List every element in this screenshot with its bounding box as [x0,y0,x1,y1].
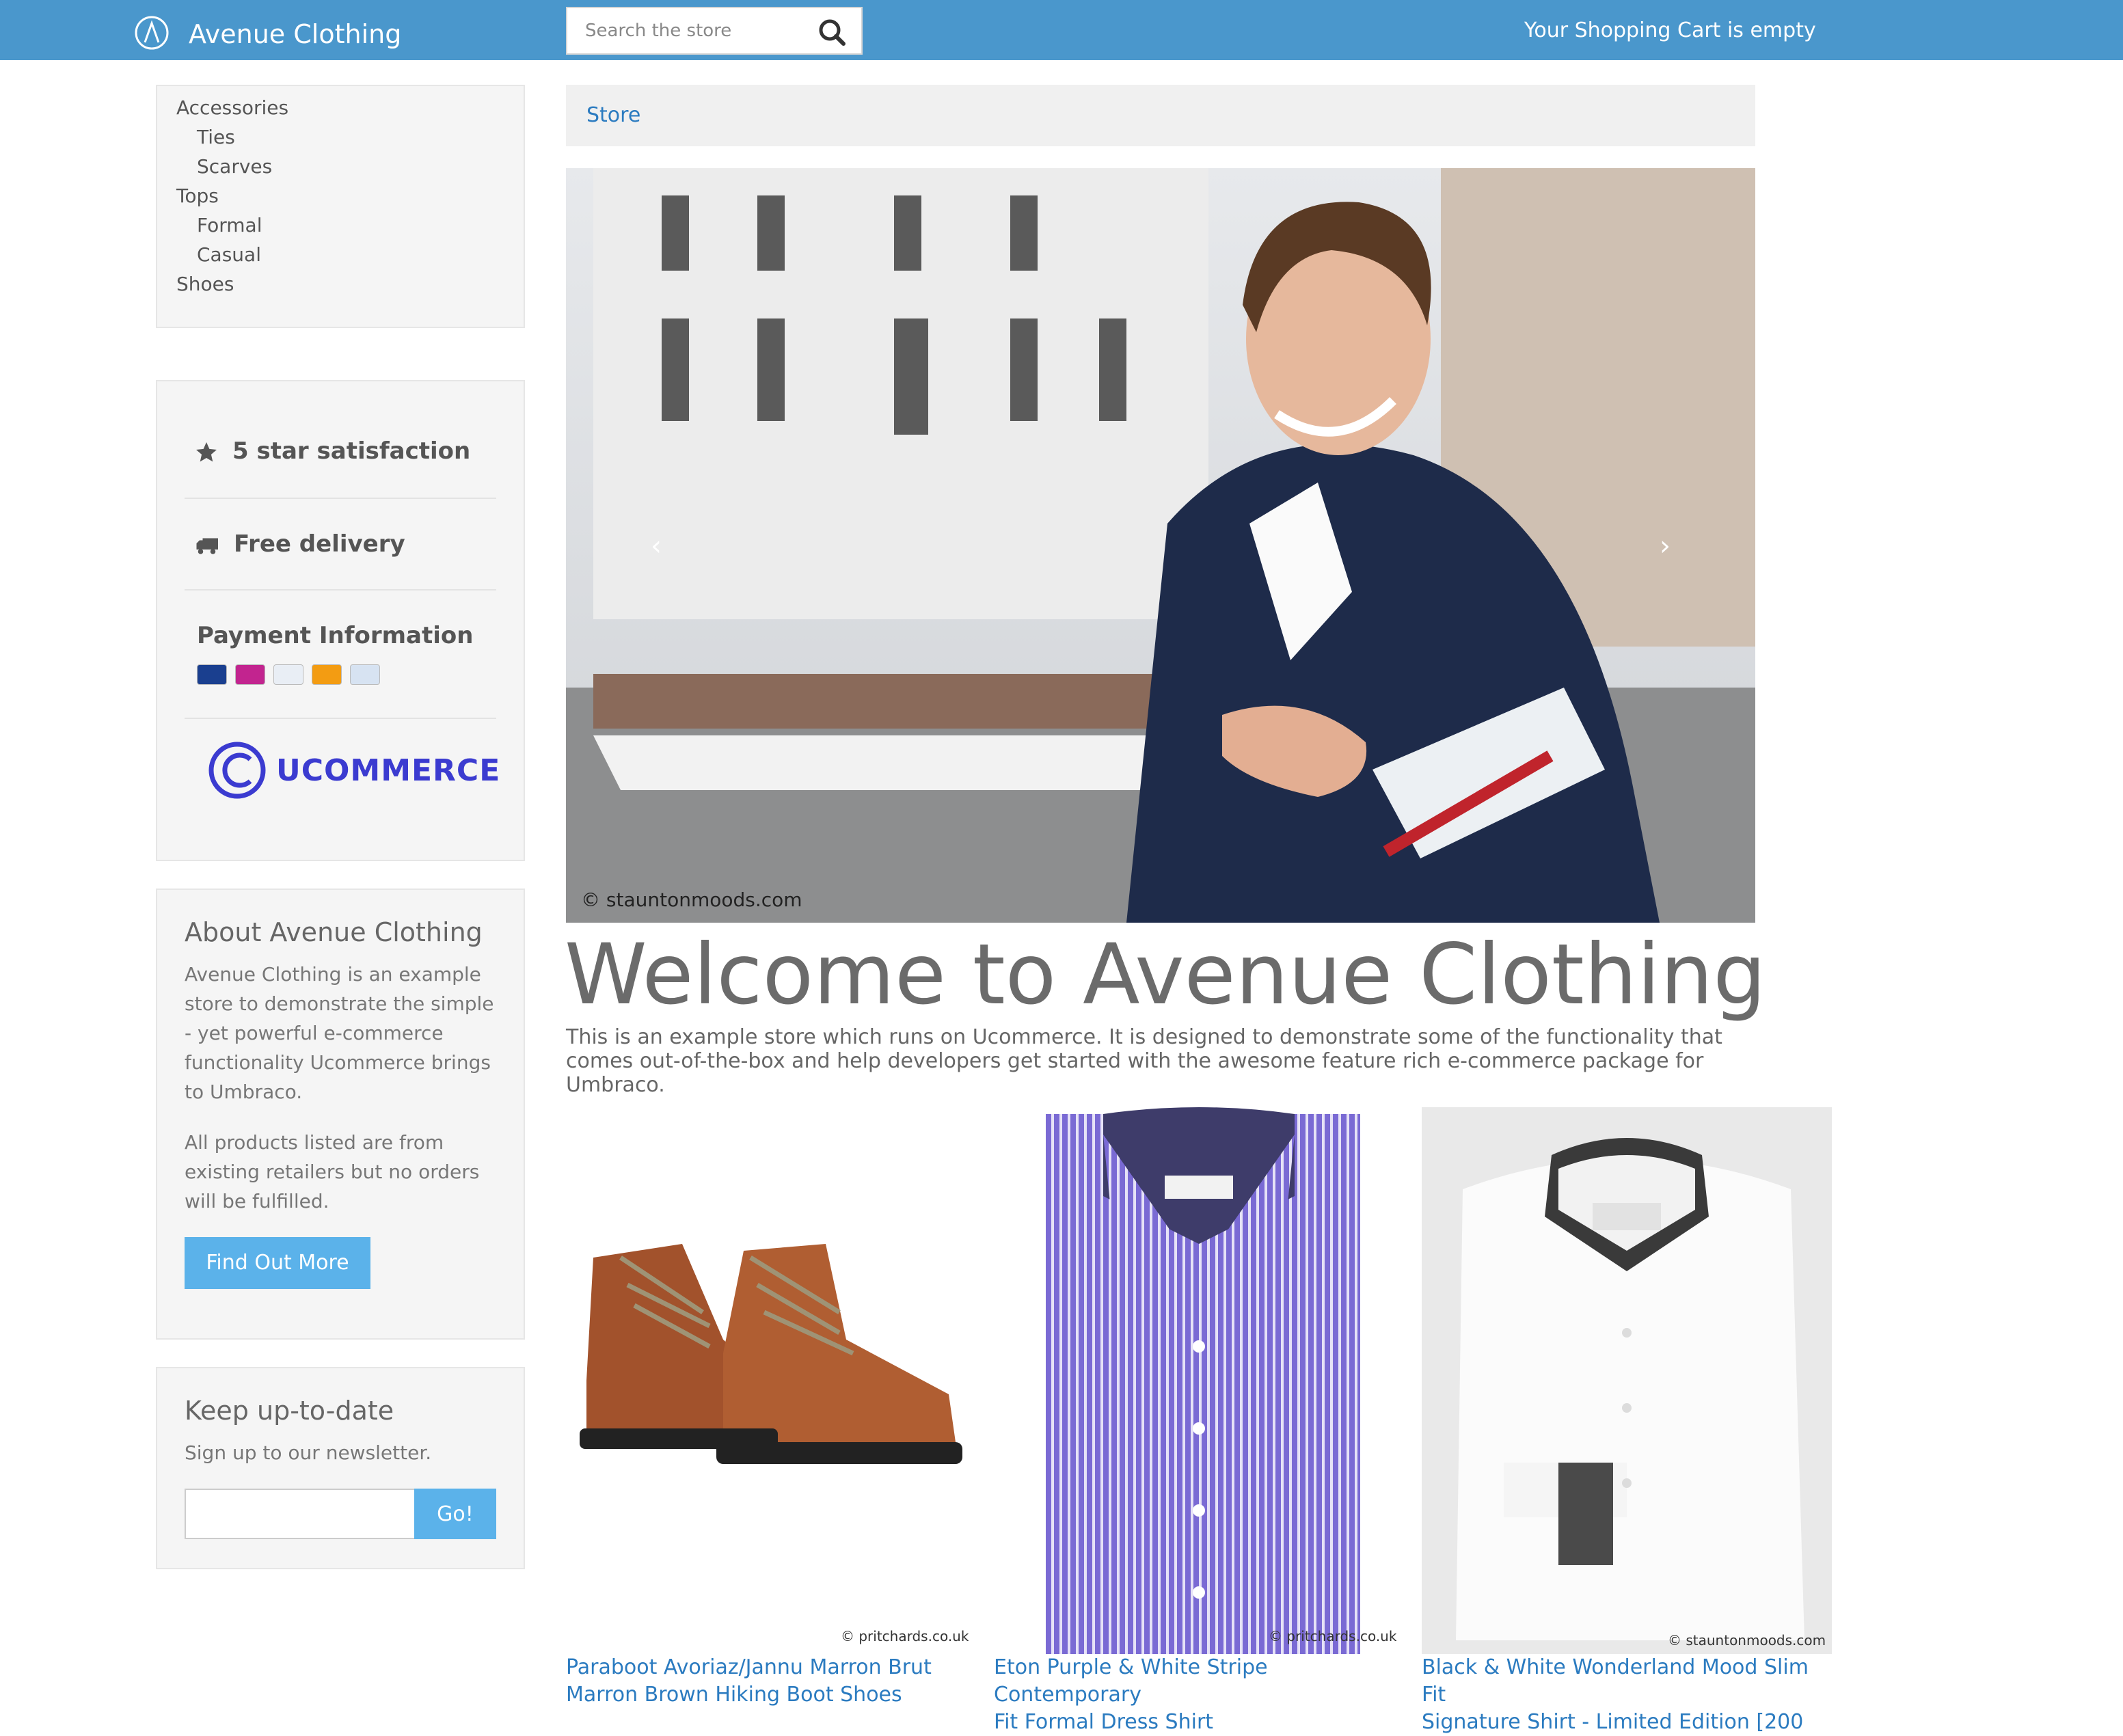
about-text: Avenue Clothing is an example store to d… [185,963,494,1103]
brand-logo-icon[interactable] [134,15,170,51]
truck-icon [196,538,218,554]
feature-divider [185,718,496,719]
mastercard-card-icon [312,664,342,685]
newsletter-text: Sign up to our newsletter. [185,1441,432,1464]
search-icon[interactable] [813,15,852,49]
newsletter-email-input[interactable] [185,1489,416,1539]
welcome-heading: Welcome to Avenue Clothing [565,926,1766,1023]
breadcrumb [566,85,1755,146]
payment-info-title: Payment Information [197,622,474,649]
shopping-cart-status[interactable]: Your Shopping Cart is empty [1524,15,1816,46]
hero-carousel-image[interactable] [566,168,1755,923]
category-casual[interactable]: Casual [197,240,261,269]
product-title-line[interactable]: Marron Brown Hiking Boot Shoes [566,1681,976,1709]
product-title-line[interactable]: Fit Formal Dress Shirt [994,1709,1404,1736]
product-title-line[interactable]: Eton Purple & White Stripe Contemporary [994,1654,1404,1709]
feature-satisfaction: 5 star satisfaction [232,437,471,465]
product-title-line[interactable]: Signature Shirt - Limited Edition [200 [1422,1709,1832,1736]
breadcrumb-store-link[interactable]: Store [586,98,640,133]
product-image-credit: © pritchards.co.uk [1269,1628,1397,1644]
product-title-link[interactable]: Black & White Wonderland Mood Slim Fit S… [1422,1654,1832,1736]
feature-delivery: Free delivery [234,530,405,558]
category-accessories[interactable]: Accessories [176,93,288,122]
category-tops[interactable]: Tops [176,181,219,211]
carousel-next-arrow-icon[interactable]: › [1660,530,1671,562]
star-icon [196,442,217,462]
about-title: About Avenue Clothing [185,917,483,947]
hero-image-credit: © stauntonmoods.com [581,889,802,911]
product-title-line[interactable]: Black & White Wonderland Mood Slim Fit [1422,1654,1832,1709]
category-ties[interactable]: Ties [197,122,235,152]
find-out-more-button[interactable]: Find Out More [185,1237,370,1289]
search-input[interactable]: Search the store [585,8,731,53]
newsletter-submit-button[interactable]: Go! [414,1489,496,1539]
paypal-card-icon [273,664,303,685]
product-image-credit: © stauntonmoods.com [1668,1632,1826,1649]
feature-divider [185,589,496,591]
product-image-white-shirt[interactable] [1422,1107,1832,1654]
product-title-link[interactable]: Eton Purple & White Stripe Contemporary … [994,1654,1404,1736]
search-box[interactable]: Search the store [566,7,863,55]
product-title-link[interactable]: Paraboot Avoriaz/Jannu Marron Brut Marro… [566,1654,976,1709]
carousel-prev-arrow-icon[interactable]: ‹ [651,530,662,562]
product-image-credit: © pritchards.co.uk [841,1628,969,1644]
brand-name[interactable]: Avenue Clothing [189,14,401,55]
product-image-purple-shirt[interactable] [994,1107,1404,1654]
feature-divider [185,498,496,499]
visa-card-icon [197,664,227,685]
about-disclaimer: All products listed are from existing re… [185,1131,480,1212]
category-formal[interactable]: Formal [197,211,262,240]
card-icon [350,664,380,685]
product-image-boots[interactable] [566,1107,976,1654]
ucommerce-logo: UCOMMERCE [276,753,501,788]
category-scarves[interactable]: Scarves [197,152,272,181]
ucommerce-logo-icon [208,742,266,799]
welcome-intro-text: This is an example store which runs on U… [566,1025,1722,1097]
maestro-card-icon [235,664,265,685]
category-shoes[interactable]: Shoes [176,269,234,299]
product-title-line[interactable]: Paraboot Avoriaz/Jannu Marron Brut [566,1654,976,1681]
newsletter-title: Keep up-to-date [185,1396,394,1426]
